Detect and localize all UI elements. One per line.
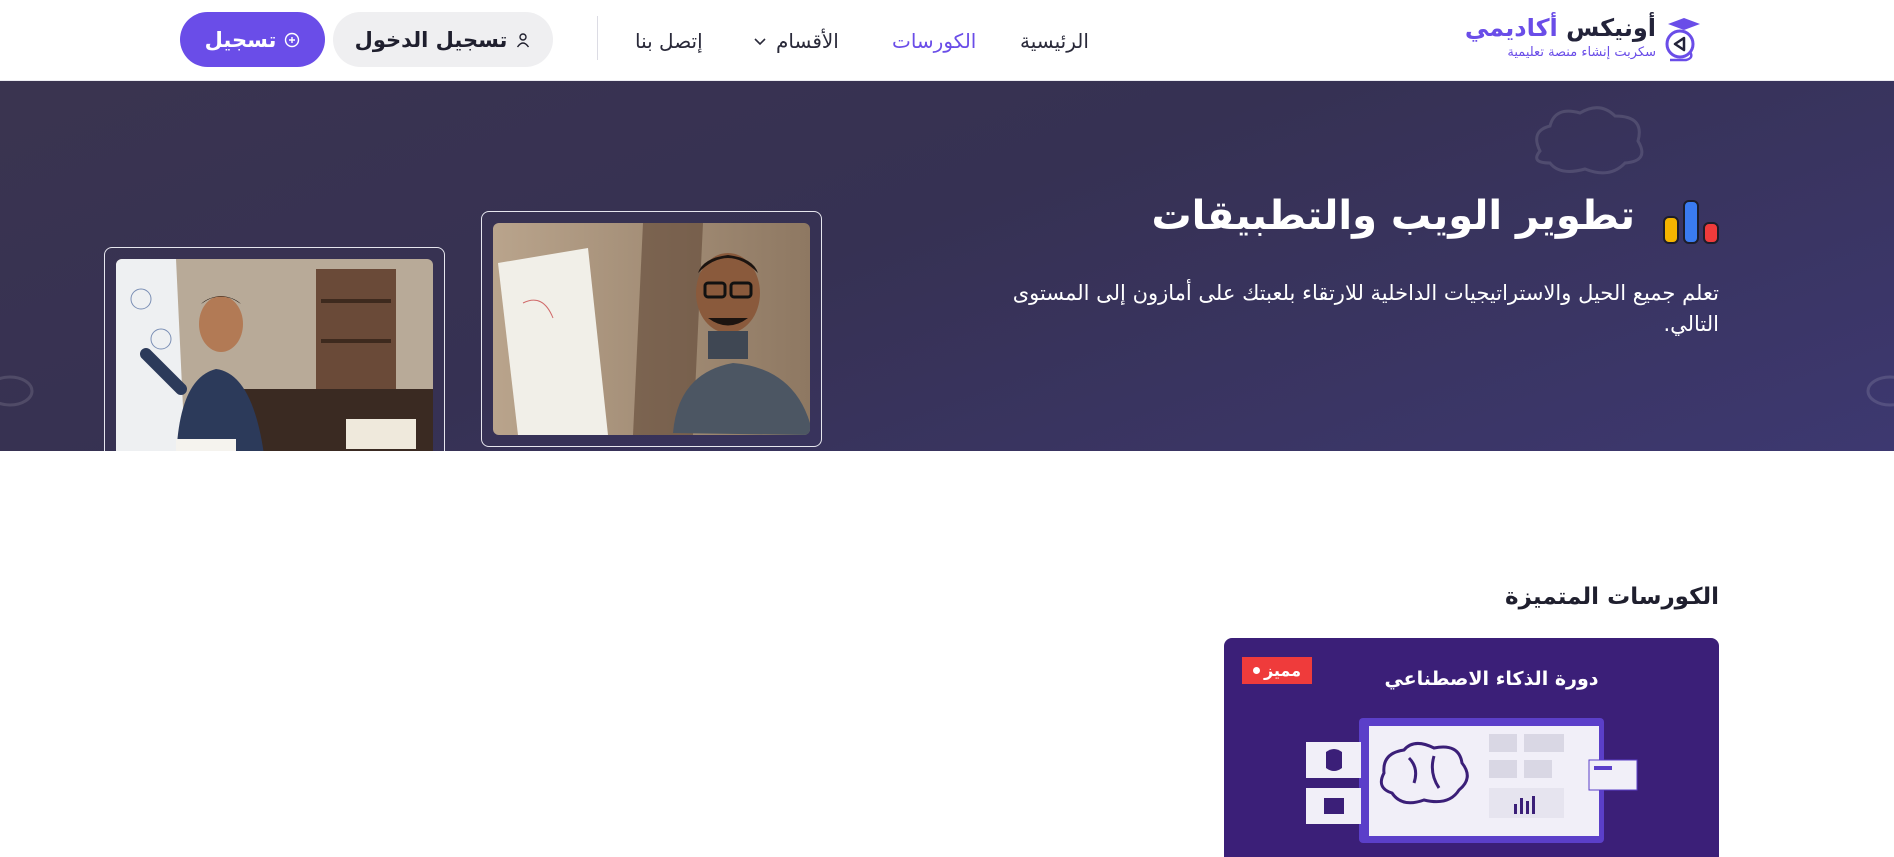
hero-photo-instructor-seated — [481, 211, 822, 447]
site-header: أونيكس أكاديمي سكربت إنشاء منصة تعليمية … — [0, 0, 1894, 81]
course-card-title: دورة الذكاء الاصطناعي — [1384, 668, 1599, 690]
instructor-image — [493, 223, 810, 435]
ai-course-illustration — [1306, 718, 1638, 843]
nav-divider — [597, 16, 598, 60]
logo-subtitle: سكربت إنشاء منصة تعليمية — [1507, 45, 1656, 60]
logo-title: أونيكس أكاديمي — [1464, 14, 1657, 42]
instructor-portrait-illustration — [493, 223, 810, 435]
register-button[interactable]: تسجيل — [180, 12, 325, 67]
login-button[interactable]: تسجيل الدخول — [333, 12, 553, 67]
brain-outline-decoration — [1535, 106, 1644, 175]
hero-title: تطوير الويب والتطبيقات — [1151, 193, 1635, 239]
course-card-ai[interactable]: مميز دورة الذكاء الاصطناعي — [1224, 638, 1719, 857]
nav-contact[interactable]: إتصل بنا — [635, 0, 703, 81]
hero-description: تعلم جميع الحيل والاستراتيجيات الداخلية … — [1012, 281, 1719, 336]
graduation-play-icon — [1665, 18, 1700, 62]
user-icon — [517, 32, 530, 47]
featured-section-title: الكورسات المتميزة — [1505, 584, 1719, 610]
site-logo[interactable]: أونيكس أكاديمي سكربت إنشاء منصة تعليمية — [1465, 12, 1700, 66]
chevron-down-icon — [754, 37, 766, 45]
instructor-whiteboard-image — [116, 259, 433, 451]
hero-banner: تطوير الويب والتطبيقات تعلم جميع الحيل و… — [0, 81, 1894, 451]
decor-shape-right — [1866, 375, 1894, 407]
hero-photo-instructor-whiteboard — [104, 247, 445, 451]
nav-courses[interactable]: الكورسات — [892, 0, 976, 81]
plus-circle-icon — [285, 32, 300, 47]
bar-chart-icon — [1663, 200, 1719, 244]
nav-home[interactable]: الرئيسية — [1020, 0, 1089, 81]
decor-shape-left — [0, 375, 34, 407]
instructor-whiteboard-illustration — [116, 259, 433, 451]
nav-categories[interactable]: الأقسام — [752, 0, 839, 81]
